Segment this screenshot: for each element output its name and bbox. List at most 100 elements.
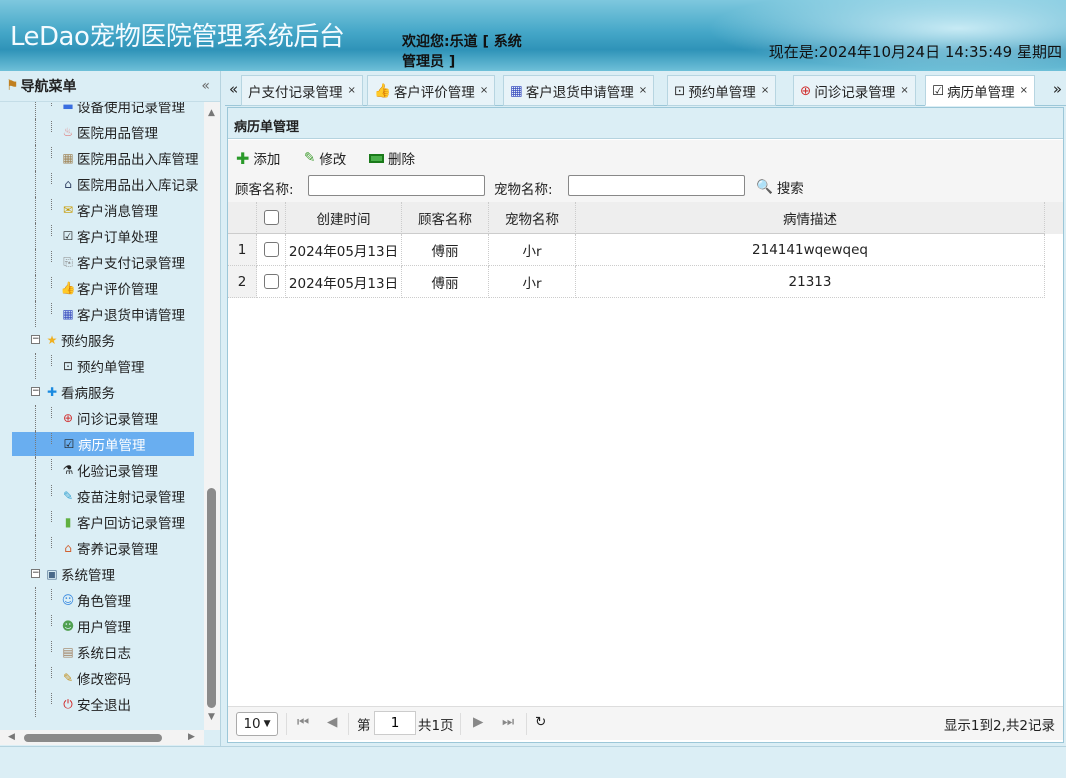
sidebar-item-link[interactable]: ⌂寄养记录管理 [60,536,158,560]
sidebar-item-link[interactable]: ✎疫苗注射记录管理 [60,484,185,508]
tab-item[interactable]: 户支付记录管理× [241,75,363,106]
chevron-down-icon: ▼ [264,719,271,729]
tab-item[interactable]: ☑病历单管理 × [925,75,1035,106]
sidebar-item-link[interactable]: ▬设备使用记录管理 [60,102,185,118]
sidebar-item-link[interactable]: ♨医院用品管理 [60,120,158,144]
column-header[interactable]: 病情描述 [576,202,1045,234]
sidebar-item-link[interactable]: ⊕问诊记录管理 [60,406,158,430]
pet-name-input[interactable] [568,175,745,196]
tree-line [35,145,36,171]
collapse-toggle[interactable]: − [31,387,40,396]
sidebar-item-link[interactable]: ⚗化验记录管理 [60,458,158,482]
lock-edit-icon: ✎ [60,670,76,686]
tree-line [35,587,36,613]
sidebar-item-link[interactable]: ✎修改密码 [60,666,131,690]
tree-line [51,693,52,704]
page-number-input[interactable] [374,711,416,735]
close-tab-icon[interactable]: × [348,85,356,96]
sidebar-vertical-scrollbar[interactable]: ▲ ▼ [204,102,220,730]
tree-line [51,225,52,236]
sidebar-item-link[interactable]: ⎘客户支付记录管理 [60,250,185,274]
sidebar-item-link[interactable]: ▦客户退货申请管理 [60,302,185,326]
tree-line [35,171,36,197]
sidebar-item-group[interactable]: ✚看病服务 [44,380,115,404]
sidebar-item-label: 客户评价管理 [77,278,158,298]
sidebar-item-label: 预约单管理 [77,356,145,376]
prev-page-button[interactable]: ◀ [327,714,337,730]
sidebar-item-link[interactable]: ☺角色管理 [60,588,131,612]
collapse-toggle[interactable]: − [31,569,40,578]
sidebar-item-link[interactable]: ☑客户订单处理 [60,224,158,248]
tree-line [35,301,36,327]
row-select-cell [257,266,286,298]
tree-line [51,641,52,652]
tabs-prev-button[interactable]: « [229,80,238,98]
close-tab-icon[interactable]: × [761,85,769,96]
sidebar-item-label: 医院用品管理 [77,122,158,142]
tree-line [51,303,52,314]
scroll-left-icon[interactable]: ◀ [8,732,15,742]
sidebar-item-link[interactable]: ⏻安全退出 [60,692,131,716]
scroll-right-icon[interactable]: ▶ [188,732,195,742]
sidebar-item-link[interactable]: ☻用户管理 [60,614,131,638]
delete-button[interactable]: 删除 [369,148,415,168]
table-row[interactable]: 2 2024年05月13日 傅丽 小r 21313 [228,266,1045,298]
close-tab-icon[interactable]: × [1020,85,1028,96]
tab-item[interactable]: ⊕问诊记录管理× [793,75,916,106]
row-number: 1 [228,234,257,266]
scrollbar-thumb[interactable] [207,488,216,708]
collapse-toggle[interactable]: − [31,335,40,344]
sidebar-item-link[interactable]: 👍客户评价管理 [60,276,158,300]
medical-record-panel: 病历单管理 ✚添加 ✎修改 删除 顾客名称: 宠物名称: 🔍搜索 创建时间 顾客… [227,107,1064,743]
sidebar-item-link[interactable]: ☑病历单管理 [12,432,194,456]
sidebar-item-label: 客户退货申请管理 [77,304,185,324]
tab-label: 预约单管理 [688,81,756,101]
sidebar-item-link[interactable]: ⌂医院用品出入库记录 [60,172,199,196]
add-button[interactable]: ✚添加 [236,148,280,168]
column-header[interactable]: 宠物名称 [489,202,576,234]
sidebar-horizontal-scrollbar[interactable]: ◀ ▶ [0,730,204,745]
scrollbar-thumb[interactable] [24,734,162,742]
next-page-button[interactable]: ▶ [473,714,483,730]
sidebar-item-link[interactable]: ▤系统日志 [60,640,131,664]
edit-button[interactable]: ✎修改 [304,148,346,168]
row-select-cell [257,234,286,266]
collapse-sidebar-button[interactable]: « [201,78,210,94]
column-header[interactable]: 顾客名称 [402,202,489,234]
search-button[interactable]: 🔍搜索 [756,177,804,197]
close-tab-icon[interactable]: × [480,85,488,96]
close-tab-icon[interactable]: × [639,85,647,96]
computer-icon: ▣ [44,566,60,582]
scroll-down-icon[interactable]: ▼ [208,712,215,722]
grid-icon: ▦ [60,306,76,322]
sidebar-item-link[interactable]: ▦医院用品出入库管理 [60,146,199,170]
sidebar-item-label: 系统管理 [61,564,115,584]
tab-item[interactable]: ⊡预约单管理× [667,75,776,106]
tab-label: 病历单管理 [947,81,1015,101]
sidebar-item-group[interactable]: ▣系统管理 [44,562,115,586]
first-page-button[interactable]: ⏮ [297,714,309,730]
tree-line [35,102,36,119]
sidebar-item-label: 安全退出 [77,694,131,714]
scroll-up-icon[interactable]: ▲ [208,108,215,118]
refresh-button[interactable]: ↻ [535,714,546,730]
page-size-select[interactable]: 10▼ [236,712,278,736]
clipboard-check-icon: ☑ [932,83,944,99]
customer-name-input[interactable] [308,175,485,196]
sidebar-item-link[interactable]: ▮客户回访记录管理 [60,510,185,534]
tab-item[interactable]: 👍客户评价管理× [367,75,495,106]
row-checkbox[interactable] [264,274,279,289]
pagination-summary: 显示1到2,共2记录 [944,714,1055,734]
select-all-checkbox[interactable] [264,210,279,225]
last-page-button[interactable]: ⏭ [502,714,514,730]
tabs-next-button[interactable]: » [1053,80,1062,98]
sidebar-item-group[interactable]: ★预约服务 [44,328,115,352]
close-tab-icon[interactable]: × [900,85,908,96]
table-row[interactable]: 1 2024年05月13日 傅丽 小r 214141wqewqeq [228,234,1045,266]
column-header[interactable]: 创建时间 [286,202,402,234]
tab-item[interactable]: ▦客户退货申请管理× [503,75,654,106]
row-checkbox[interactable] [264,242,279,257]
sidebar-item-link[interactable]: ⊡预约单管理 [60,354,145,378]
footer [0,746,1066,778]
sidebar-item-link[interactable]: ✉客户消息管理 [60,198,158,222]
